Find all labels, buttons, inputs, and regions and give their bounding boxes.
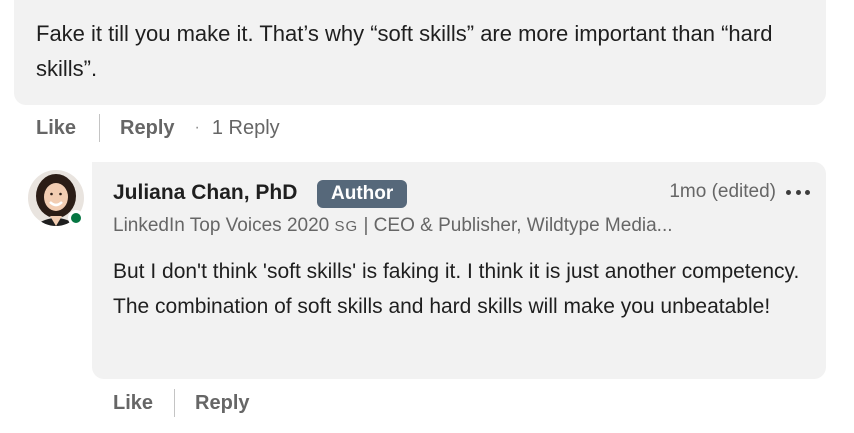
reply-button[interactable]: Reply (120, 117, 174, 140)
action-separator: · (194, 119, 200, 136)
parent-comment-actions: Like Reply · 1 Reply (36, 114, 280, 142)
reply-count-link[interactable]: 1 Reply (212, 117, 280, 140)
parent-comment-bubble: Fake it till you make it. That’s why “so… (14, 0, 826, 105)
presence-status-indicator (68, 210, 84, 226)
reply-comment-actions: Like Reply (113, 389, 250, 417)
author-headline: LinkedIn Top Voices 2020 SG | CEO & Publ… (113, 215, 673, 237)
more-options-icon[interactable] (786, 182, 810, 202)
avatar[interactable] (28, 170, 84, 226)
like-button[interactable]: Like (36, 117, 76, 140)
headline-prefix: LinkedIn Top Voices 2020 (113, 215, 335, 236)
reply-comment-text: But I don't think 'soft skills' is fakin… (113, 260, 800, 318)
author-badge: Author (317, 180, 408, 208)
action-divider (174, 389, 176, 417)
like-button[interactable]: Like (113, 392, 153, 415)
reply-comment-bubble: Juliana Chan, PhD Author 1mo (edited) Li… (92, 162, 826, 379)
headline-country: SG (334, 218, 359, 235)
reply-button[interactable]: Reply (195, 392, 249, 415)
action-divider (99, 114, 101, 142)
comment-timestamp: 1mo (edited) (669, 181, 776, 202)
author-name-link[interactable]: Juliana Chan, PhD (113, 181, 297, 205)
comment-thread: Fake it till you make it. That’s why “so… (0, 0, 854, 433)
headline-suffix: | CEO & Publisher, Wildtype Media... (358, 215, 673, 236)
parent-comment-text: Fake it till you make it. That’s why “so… (36, 21, 773, 81)
